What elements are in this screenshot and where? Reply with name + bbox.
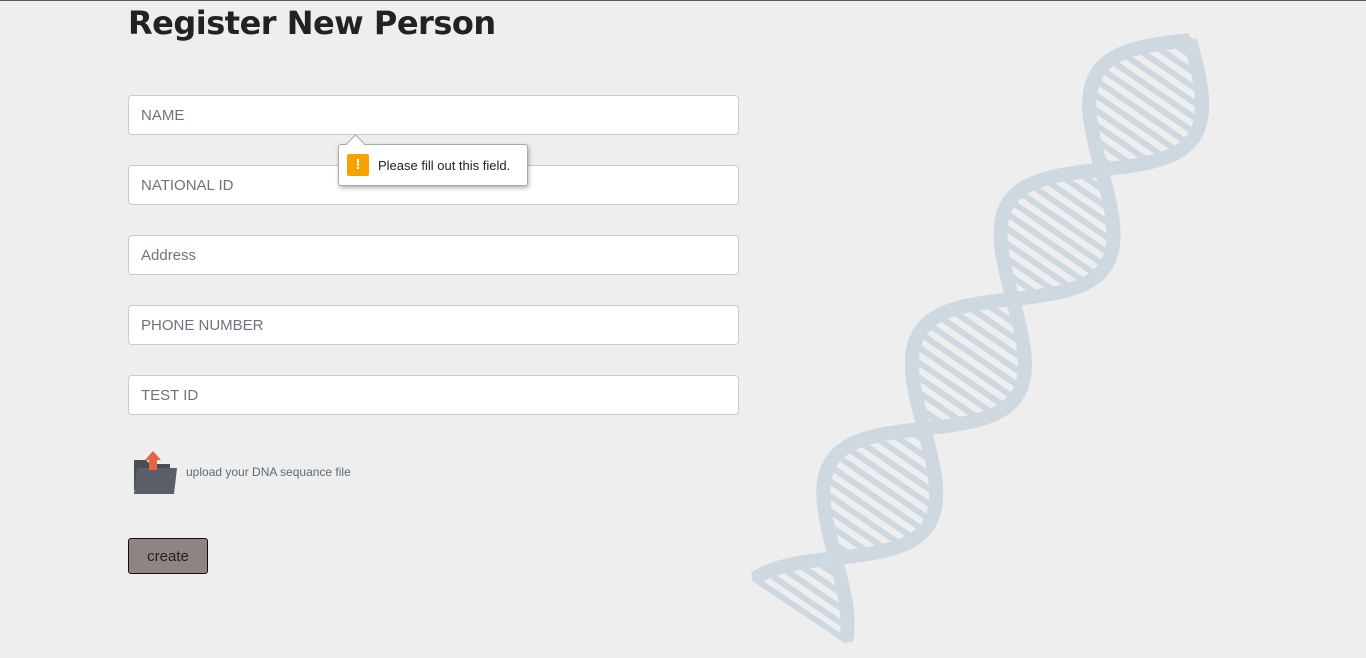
dna-rung bbox=[1090, 75, 1192, 147]
dna-rung bbox=[999, 297, 1019, 313]
dna-rung bbox=[909, 354, 998, 418]
dna-rung bbox=[1086, 102, 1169, 161]
dna-rung bbox=[997, 236, 1076, 292]
dna-rung bbox=[916, 329, 1018, 402]
dna-rung bbox=[1057, 172, 1115, 214]
address-input[interactable] bbox=[128, 235, 739, 275]
dna-rung bbox=[821, 504, 891, 554]
folder-upload-icon bbox=[134, 451, 177, 494]
dna-rung bbox=[1003, 269, 1043, 299]
dna-rung bbox=[924, 320, 1025, 391]
dna-rung bbox=[1094, 153, 1118, 171]
upload-label: upload your DNA sequance file bbox=[186, 465, 351, 479]
dna-rung bbox=[1090, 135, 1137, 169]
dna-rung bbox=[777, 564, 851, 616]
dna-rung bbox=[826, 462, 928, 534]
dna-strand bbox=[750, 33, 1191, 585]
name-input[interactable] bbox=[128, 95, 739, 135]
dna-rung bbox=[1133, 45, 1205, 96]
dna-rung bbox=[1168, 39, 1198, 62]
test-id-input[interactable] bbox=[128, 375, 739, 415]
warning-icon: ! bbox=[347, 154, 369, 176]
upload-dna-file-button[interactable]: upload your DNA sequance file bbox=[132, 450, 351, 496]
dna-rung bbox=[1093, 167, 1106, 178]
dna-rung bbox=[1087, 88, 1182, 155]
dna-rung bbox=[820, 488, 906, 549]
dna-rung bbox=[1001, 208, 1101, 279]
dna-rung bbox=[812, 557, 844, 581]
dna-rung bbox=[1106, 56, 1204, 125]
dna-rung bbox=[998, 221, 1090, 286]
dna-rung bbox=[981, 299, 1023, 331]
dna-rung bbox=[751, 575, 849, 643]
dna-rung bbox=[909, 370, 984, 423]
dna-rung bbox=[887, 429, 936, 465]
dna-rung bbox=[1097, 65, 1199, 137]
dna-rung bbox=[934, 312, 1028, 378]
dna-rung bbox=[905, 427, 931, 447]
dna-rung bbox=[915, 404, 950, 430]
dna-rung bbox=[1006, 197, 1109, 270]
dna-rung bbox=[824, 520, 874, 557]
dna-rung bbox=[1007, 287, 1025, 302]
dna-rung bbox=[1074, 169, 1111, 196]
dna-rung bbox=[821, 474, 918, 542]
dna-rung bbox=[963, 302, 1027, 348]
dna-rung bbox=[1015, 188, 1114, 258]
dna-rung bbox=[1040, 176, 1117, 230]
validation-message: Please fill out this field. bbox=[378, 157, 511, 173]
dna-strand bbox=[816, 38, 1210, 643]
page-title: Register New Person bbox=[128, 4, 496, 42]
dna-rung bbox=[920, 422, 931, 432]
phone-number-input[interactable] bbox=[128, 305, 739, 345]
dna-rung bbox=[1026, 181, 1117, 245]
validation-tooltip: ! Please fill out this field. bbox=[338, 144, 528, 186]
dna-rung bbox=[843, 444, 938, 512]
dna-rung bbox=[911, 386, 967, 427]
dna-rung bbox=[833, 452, 935, 524]
top-border bbox=[0, 0, 1366, 1]
dna-rung bbox=[763, 569, 851, 631]
dna-rung bbox=[855, 438, 940, 497]
dna-rung bbox=[794, 560, 848, 599]
create-button[interactable]: create bbox=[128, 538, 208, 574]
dna-rung bbox=[1150, 41, 1202, 79]
dna-rung bbox=[830, 555, 839, 563]
dna-rung bbox=[1087, 118, 1154, 166]
dna-rung bbox=[911, 341, 1010, 411]
dna-rung bbox=[999, 252, 1061, 296]
dna-rung bbox=[870, 433, 939, 482]
dna-rung bbox=[948, 307, 1028, 364]
dna-rung bbox=[1119, 50, 1206, 112]
dna-rung bbox=[828, 538, 856, 560]
